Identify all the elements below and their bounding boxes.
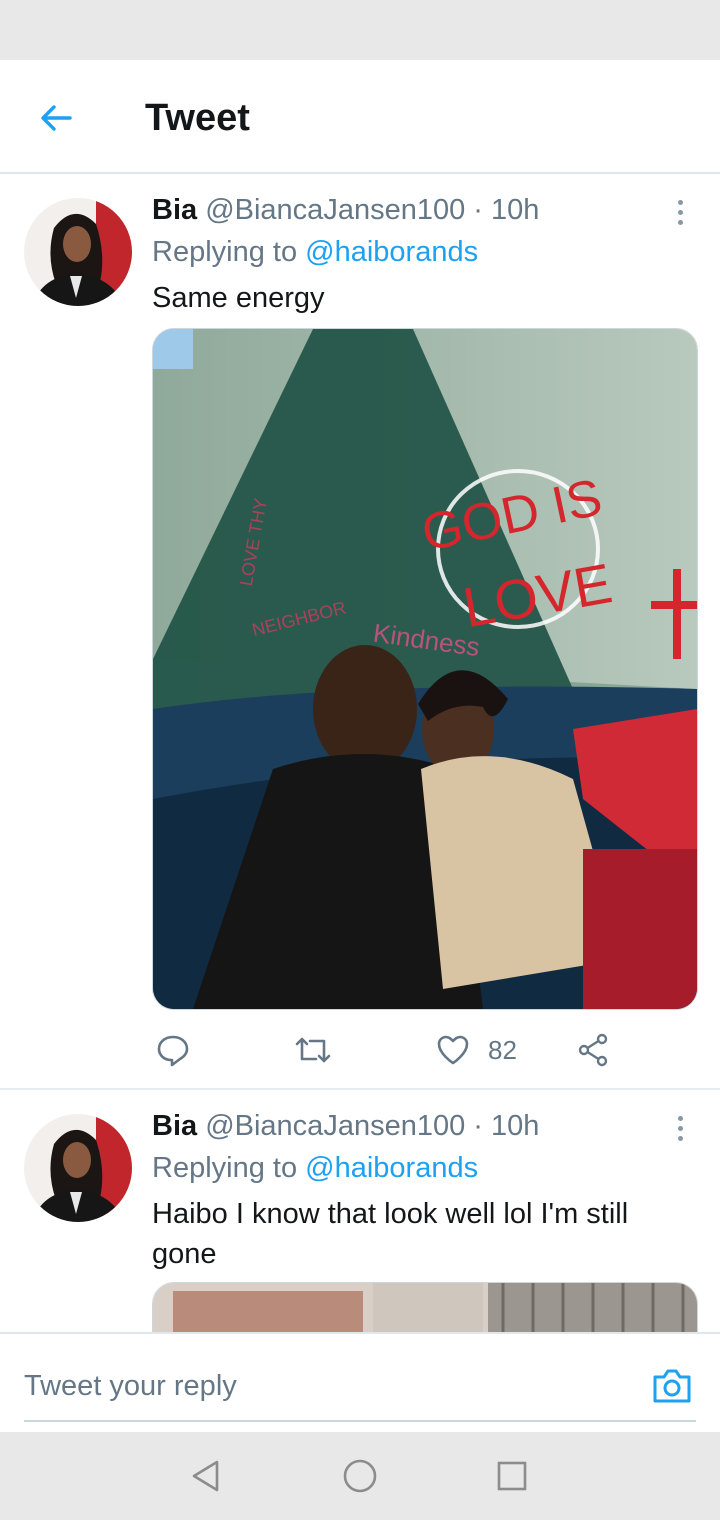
user-handle[interactable]: @BiancaJansen100 bbox=[205, 194, 465, 226]
like-button[interactable]: 82 bbox=[436, 1028, 517, 1072]
tweet[interactable]: Bia @BiancaJansen100 · 10h Replying to @… bbox=[0, 1092, 720, 1332]
reply-input[interactable] bbox=[24, 1352, 644, 1420]
more-dot-icon bbox=[677, 1115, 683, 1121]
more-dot-icon bbox=[677, 219, 683, 225]
timestamp: 10h bbox=[491, 194, 540, 226]
tweet-text: Same energy bbox=[152, 282, 325, 314]
nav-home-button[interactable] bbox=[338, 1454, 382, 1498]
avatar[interactable] bbox=[24, 1114, 132, 1222]
tweet-text: Haibo I know that look well lol I'm stil… bbox=[152, 1198, 629, 1270]
camera-button[interactable] bbox=[648, 1362, 696, 1410]
nav-recents-button[interactable] bbox=[490, 1454, 534, 1498]
tweet[interactable]: Bia @BiancaJansen100 · 10h Replying to @… bbox=[0, 176, 720, 1090]
share-icon bbox=[578, 1033, 608, 1067]
input-underline bbox=[24, 1420, 696, 1422]
system-nav-bar bbox=[0, 1432, 720, 1520]
tweet-photo[interactable]: GOD IS LOVE LOVE THY NEIGHBOR Kindness bbox=[152, 328, 698, 1010]
square-recents-icon bbox=[497, 1461, 527, 1491]
more-dot-icon bbox=[677, 1135, 683, 1141]
back-arrow-icon bbox=[41, 105, 72, 131]
circle-home-icon bbox=[343, 1459, 377, 1493]
back-button[interactable] bbox=[34, 96, 78, 140]
triangle-back-icon bbox=[192, 1460, 219, 1492]
tweet-actions: 82 bbox=[152, 1028, 696, 1072]
reply-mention-link[interactable]: @haiborands bbox=[305, 236, 478, 268]
app-header: Tweet bbox=[0, 60, 720, 174]
more-options-button[interactable] bbox=[664, 1110, 696, 1146]
more-dot-icon bbox=[677, 199, 683, 205]
reply-composer bbox=[0, 1332, 720, 1434]
display-name[interactable]: Bia bbox=[152, 1110, 197, 1142]
more-options-button[interactable] bbox=[664, 194, 696, 230]
heart-icon bbox=[437, 1035, 469, 1065]
display-name[interactable]: Bia bbox=[152, 194, 197, 226]
status-bar bbox=[0, 0, 720, 60]
like-count: 82 bbox=[488, 1034, 517, 1065]
replying-prefix: Replying to bbox=[152, 1152, 298, 1184]
separator: · bbox=[473, 1110, 483, 1142]
retweet-button[interactable] bbox=[294, 1028, 332, 1072]
tweet-header: Bia @BiancaJansen100 · 10h bbox=[152, 192, 539, 228]
page-title: Tweet bbox=[145, 97, 250, 139]
share-button[interactable] bbox=[576, 1028, 610, 1072]
reply-button[interactable] bbox=[156, 1028, 190, 1072]
retweet-icon bbox=[295, 1037, 331, 1063]
replying-to: Replying to @haiborands bbox=[152, 1150, 478, 1186]
more-dot-icon bbox=[677, 209, 683, 215]
timestamp: 10h bbox=[491, 1110, 540, 1142]
tweet-photo[interactable] bbox=[152, 1282, 698, 1332]
user-handle[interactable]: @BiancaJansen100 bbox=[205, 1110, 465, 1142]
replying-prefix: Replying to bbox=[152, 236, 298, 268]
reply-mention-link[interactable]: @haiborands bbox=[305, 1152, 478, 1184]
tweet-header: Bia @BiancaJansen100 · 10h bbox=[152, 1108, 539, 1144]
nav-back-button[interactable] bbox=[184, 1454, 228, 1498]
replying-to: Replying to @haiborands bbox=[152, 234, 478, 270]
more-dot-icon bbox=[677, 1125, 683, 1131]
reply-icon bbox=[157, 1035, 189, 1067]
separator: · bbox=[473, 194, 483, 226]
camera-icon bbox=[653, 1369, 691, 1403]
avatar[interactable] bbox=[24, 198, 132, 306]
